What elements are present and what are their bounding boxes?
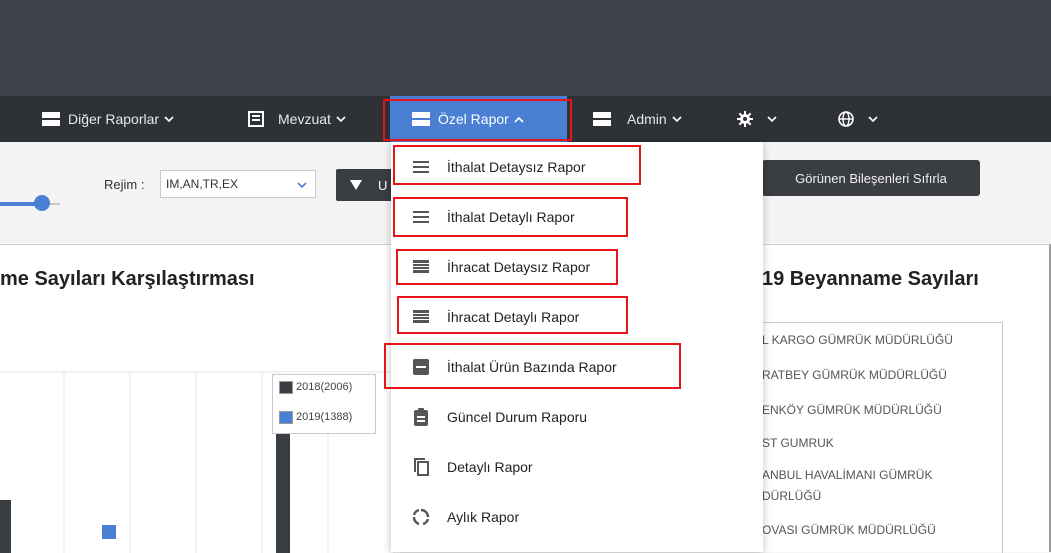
legend-item[interactable]: 2018(2006) bbox=[279, 380, 353, 394]
circle-loading-icon bbox=[409, 505, 433, 529]
nav-label: Admin bbox=[627, 111, 667, 127]
regime-label: Rejim : bbox=[104, 177, 145, 192]
top-header-bar bbox=[0, 0, 1051, 96]
customs-office-list: L KARGO GÜMRÜK MÜDÜRLÜĞÜ RATBEY GÜMRÜK M… bbox=[762, 322, 1003, 553]
main-navbar: Diğer Raporlar Mevzuat Özel Rapor Admin bbox=[0, 96, 1051, 142]
nav-ozel-rapor[interactable]: Özel Rapor bbox=[390, 96, 567, 142]
regime-select[interactable]: IM,AN,TR,EX bbox=[160, 170, 316, 198]
left-card-title: me Sayıları Karşılaştırması bbox=[0, 268, 255, 290]
menu-item-ithalat-urun-bazinda[interactable]: İthalat Ürün Bazında Rapor bbox=[391, 342, 763, 392]
list-item[interactable]: L KARGO GÜMRÜK MÜDÜRLÜĞÜ bbox=[762, 333, 953, 347]
menu-lines-icon bbox=[409, 205, 433, 229]
list-item[interactable]: ST GUMRUK bbox=[762, 436, 834, 450]
chevron-up-icon bbox=[514, 116, 524, 123]
chevron-down-icon bbox=[767, 115, 777, 123]
nav-mevzuat[interactable]: Mevzuat bbox=[248, 96, 346, 142]
menu-lines-icon bbox=[409, 155, 433, 179]
list-item[interactable]: DÜRLÜĞÜ bbox=[762, 489, 821, 503]
menu-item-label: İthalat Detaysız Rapor bbox=[447, 159, 586, 175]
nav-admin[interactable]: Admin bbox=[593, 96, 682, 142]
menu-item-label: Güncel Durum Raporu bbox=[447, 409, 588, 425]
menu-item-aylik-rapor[interactable]: Aylık Rapor bbox=[391, 492, 763, 542]
card-icon bbox=[409, 355, 433, 379]
right-card-title: 19 Beyanname Sayıları bbox=[762, 268, 979, 290]
menu-item-label: İthalat Detaylı Rapor bbox=[447, 209, 575, 225]
reset-components-button[interactable]: Görünen Bileşenleri Sıfırla bbox=[762, 160, 980, 196]
gear-icon bbox=[737, 111, 753, 127]
menu-item-ihracat-detayli[interactable]: İhracat Detaylı Rapor bbox=[391, 292, 763, 342]
list-icon bbox=[409, 255, 433, 279]
book-icon bbox=[248, 111, 264, 127]
table-rows-icon bbox=[42, 112, 60, 126]
nav-label: Mevzuat bbox=[278, 111, 331, 127]
filter-button[interactable]: U bbox=[336, 169, 396, 201]
list-item[interactable]: RATBEY GÜMRÜK MÜDÜRLÜĞÜ bbox=[762, 368, 947, 382]
menu-item-guncel-durum[interactable]: Güncel Durum Raporu bbox=[391, 392, 763, 442]
table-rows-icon bbox=[412, 112, 430, 126]
legend-label: 2019(1388) bbox=[296, 411, 353, 423]
ozel-rapor-dropdown-menu: İthalat Detaysız Rapor İthalat Detaylı R… bbox=[391, 142, 763, 552]
menu-item-label: İhracat Detaylı Rapor bbox=[447, 309, 580, 325]
filter-icon bbox=[350, 180, 362, 190]
list-item[interactable]: ANBUL HAVALİMANI GÜMRÜK bbox=[762, 468, 932, 482]
legend-swatch bbox=[279, 410, 293, 424]
nav-label: Diğer Raporlar bbox=[68, 111, 160, 127]
copy-icon bbox=[409, 455, 433, 479]
list-item[interactable]: OVASI GÜMRÜK MÜDÜRLÜĞÜ bbox=[762, 523, 936, 537]
menu-item-label: İthalat Ürün Bazında Rapor bbox=[447, 359, 617, 375]
menu-item-label: Aylık Rapor bbox=[447, 509, 520, 525]
chevron-down-icon bbox=[868, 115, 878, 123]
menu-item-label: Detaylı Rapor bbox=[447, 459, 533, 475]
legend-item[interactable]: 2019(1388) bbox=[279, 410, 353, 424]
legend-swatch bbox=[279, 380, 293, 394]
chevron-down-icon bbox=[164, 115, 174, 123]
menu-item-label: İhracat Detaysız Rapor bbox=[447, 259, 591, 275]
list-icon bbox=[409, 305, 433, 329]
menu-item-detayli-rapor[interactable]: Detaylı Rapor bbox=[391, 442, 763, 492]
chevron-down-icon bbox=[672, 115, 682, 123]
nav-diger-raporlar[interactable]: Diğer Raporlar bbox=[42, 96, 174, 142]
nav-label: Özel Rapor bbox=[438, 111, 509, 127]
table-rows-icon bbox=[593, 112, 611, 126]
clipboard-icon bbox=[409, 405, 433, 429]
legend-label: 2018(2006) bbox=[296, 381, 353, 393]
range-slider-handle[interactable] bbox=[34, 195, 50, 211]
chevron-down-icon bbox=[336, 115, 346, 123]
list-item[interactable]: ENKÖY GÜMRÜK MÜDÜRLÜĞÜ bbox=[762, 403, 942, 417]
regime-select-value: IM,AN,TR,EX bbox=[166, 177, 239, 191]
nav-settings[interactable] bbox=[737, 96, 777, 142]
menu-item-ithalat-detayli[interactable]: İthalat Detaylı Rapor bbox=[391, 192, 763, 242]
globe-icon bbox=[838, 111, 854, 127]
menu-item-ihracat-detaysiz[interactable]: İhracat Detaysız Rapor bbox=[391, 242, 763, 292]
nav-language[interactable] bbox=[838, 96, 878, 142]
menu-item-ithalat-detaysiz[interactable]: İthalat Detaysız Rapor bbox=[391, 142, 763, 192]
filter-button-label: U bbox=[378, 177, 388, 193]
chart-legend: 2018(2006) 2019(1388) bbox=[272, 374, 376, 434]
chevron-down-icon bbox=[297, 172, 307, 198]
